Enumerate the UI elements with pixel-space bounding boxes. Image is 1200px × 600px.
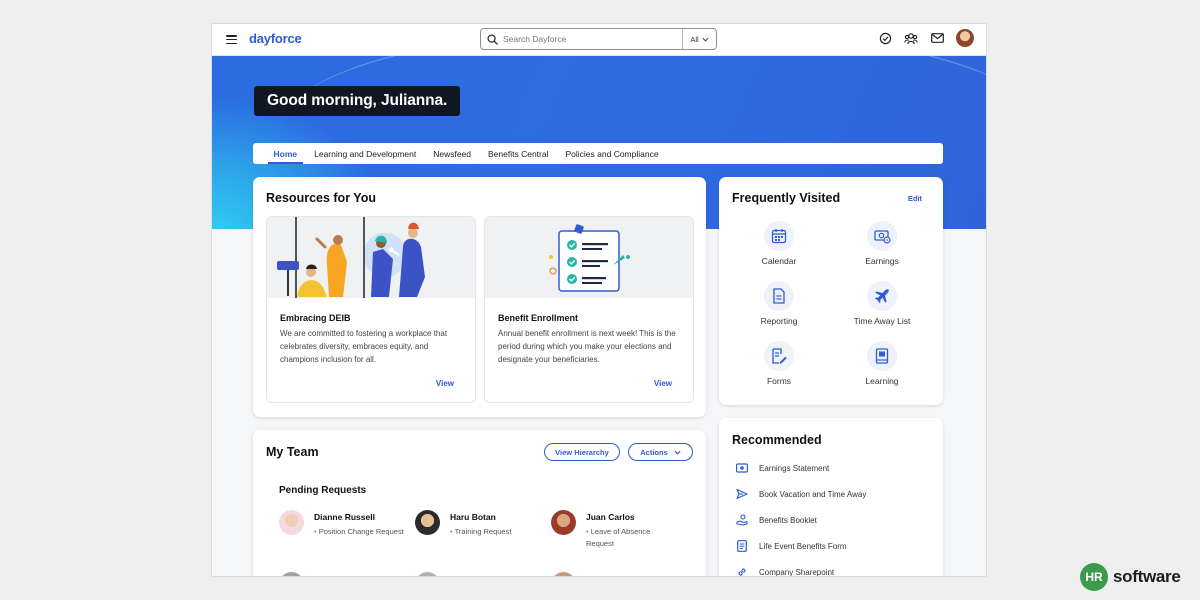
view-hierarchy-label: View Hierarchy [555,447,609,457]
shortcut-reporting[interactable]: Reporting [729,281,829,326]
person-name: Dianne Russell [314,512,375,522]
hr-badge: HR [1080,563,1108,591]
recommended-label: Life Event Benefits Form [759,541,847,551]
shortcut-learning[interactable]: Learning [832,341,932,386]
shortcut-forms[interactable]: Forms [729,341,829,386]
top-bar: dayforce All [212,24,986,56]
actions-button[interactable]: Actions [628,443,693,461]
shortcut-label: Learning [865,376,899,386]
request-type: Training Request [450,526,540,538]
resources-title: Resources for You [266,191,376,205]
recommended-item[interactable]: Benefits Booklet [736,514,817,526]
frequently-visited-card: Frequently Visited Edit Calendar Earning… [719,177,943,405]
software-wordmark: software [1113,567,1181,586]
pending-request-item[interactable]: Haru Botan Training Request [415,510,545,550]
tab-learning-and-development[interactable]: Learning and Development [306,143,425,164]
team-icon[interactable] [904,31,918,45]
earnings-icon [867,221,897,251]
tab-home[interactable]: Home [265,143,306,164]
my-team-title: My Team [266,445,319,459]
avatar [551,572,576,576]
resource-description: Annual benefit enrollment is next week! … [498,329,676,364]
recommended-label: Company Sharepoint [759,567,835,577]
airplane-icon [736,488,748,500]
book-icon [867,341,897,371]
view-link[interactable]: View [436,379,454,388]
mail-icon[interactable] [930,31,944,45]
app-logo[interactable]: dayforce [249,31,302,46]
form-edit-icon [764,341,794,371]
shortcut-earnings[interactable]: Earnings [832,221,932,266]
airplane-icon [867,281,897,311]
resource-title: Benefit Enrollment [498,313,579,323]
check-circle-icon[interactable] [878,31,892,45]
edit-link[interactable]: Edit [908,194,922,203]
shortcut-label: Reporting [760,316,798,326]
dayforce-screen: dayforce All Good [212,24,986,576]
recommended-label: Book Vacation and Time Away [759,489,867,499]
top-icons [878,29,974,47]
shortcut-label: Time Away List [853,316,911,326]
shortcut-label: Forms [766,376,792,386]
avatar [551,510,576,535]
view-link[interactable]: View [654,379,672,388]
search-scope-select[interactable]: All [682,29,716,49]
person-name: Juan Carlos [586,512,635,522]
shortcut-label: Earnings [865,256,899,266]
tab-newsfeed[interactable]: Newsfeed [425,143,480,164]
search-scope-value: All [690,34,699,44]
tab-policies-and-compliance[interactable]: Policies and Compliance [557,143,667,164]
calendar-icon [764,221,794,251]
avatar [415,510,440,535]
avatar [279,572,304,576]
document-icon [736,540,748,552]
recommended-item[interactable]: Earnings Statement [736,462,829,474]
recommended-item[interactable]: Book Vacation and Time Away [736,488,866,500]
resource-item-benefit-enrollment[interactable]: Benefit Enrollment Annual benefit enroll… [484,216,694,403]
shortcut-calendar[interactable]: Calendar [729,221,829,266]
person-name: Haru Botan [450,512,496,522]
money-icon [736,462,748,474]
user-avatar[interactable] [956,29,974,47]
greeting-title: Good morning, Julianna. [254,86,461,116]
menu-icon[interactable] [226,35,237,45]
chevron-down-icon [674,450,681,455]
view-hierarchy-button[interactable]: View Hierarchy [544,443,620,461]
search-bar: All [480,28,717,50]
avatar [279,510,304,535]
chevron-down-icon [702,37,709,42]
avatar [415,572,440,576]
pending-requests-title: Pending Requests [279,485,367,496]
hr-software-logo: HR software [1080,563,1181,591]
benefits-icon [736,514,748,526]
pending-request-item[interactable]: Juan Carlos Leave of Absence Request [551,510,681,550]
request-type: Position Change Request [314,526,404,538]
recommended-item[interactable]: Company Sharepoint [736,566,834,576]
actions-label: Actions [640,447,668,457]
request-type: Leave of Absence Request [586,526,676,549]
resource-item-deib[interactable]: Embracing DEIB We are committed to foste… [266,216,476,403]
search-icon[interactable] [481,29,503,49]
frequently-visited-title: Frequently Visited [732,191,841,205]
checklist-illustration [485,217,693,298]
recommended-title: Recommended [732,433,822,447]
pending-request-item[interactable]: Dianne Russell Position Change Request [279,510,409,550]
deib-illustration [267,217,475,298]
recommended-item[interactable]: Life Event Benefits Form [736,540,847,552]
resources-card: Resources for You Embracing DEIB We are … [253,177,706,417]
search-input[interactable] [503,34,679,44]
recommended-label: Earnings Statement [759,463,830,473]
resource-title: Embracing DEIB [280,313,351,323]
tab-benefits-central[interactable]: Benefits Central [480,143,557,164]
resource-description: We are committed to fostering a workplac… [280,329,448,364]
recommended-label: Benefits Booklet [759,515,817,525]
shortcut-label: Calendar [761,256,797,266]
shortcut-time-away-list[interactable]: Time Away List [832,281,932,326]
tab-bar: Home Learning and Development Newsfeed B… [253,143,943,164]
my-team-card: My Team View Hierarchy Actions Pending R… [253,430,706,576]
document-icon [764,281,794,311]
link-icon [736,566,748,576]
recommended-card: Recommended Earnings Statement Book Vaca… [719,418,943,576]
